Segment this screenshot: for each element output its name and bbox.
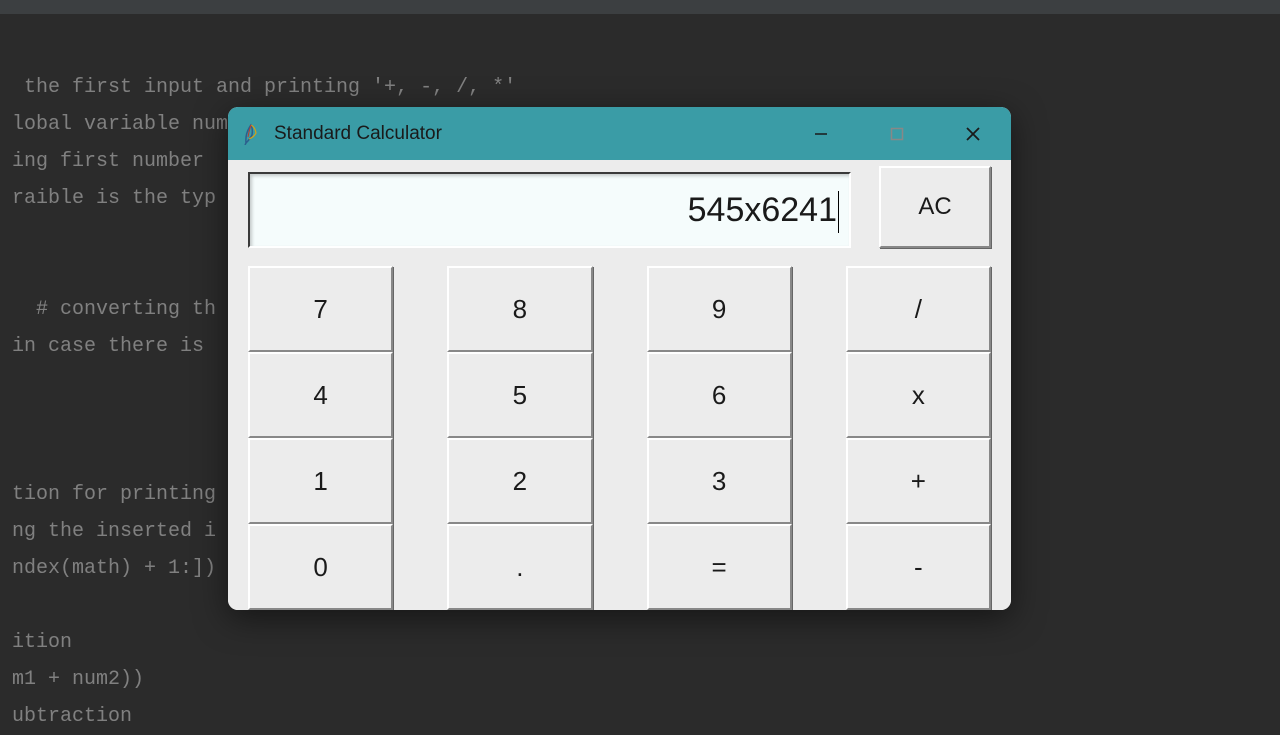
equals-button[interactable]: = [647,524,792,610]
digit-3-button[interactable]: 3 [647,438,792,524]
digit-6-button[interactable]: 6 [647,352,792,438]
digit-4-button[interactable]: 4 [248,352,393,438]
minimize-button[interactable] [783,107,859,160]
window-titlebar[interactable]: Standard Calculator [228,107,1011,160]
digit-1-button[interactable]: 1 [248,438,393,524]
calculator-body: 545x6241 AC 7 8 9 / 4 5 6 x 1 2 3 + [228,160,1011,610]
tkinter-feather-icon [242,122,260,146]
decimal-button[interactable]: . [447,524,592,610]
digit-5-button[interactable]: 5 [447,352,592,438]
digit-9-button[interactable]: 9 [647,266,792,352]
window-title: Standard Calculator [274,123,442,145]
calculator-window: Standard Calculator 545x6241 AC 7 8 9 / [228,107,1011,610]
plus-button[interactable]: + [846,438,991,524]
digit-2-button[interactable]: 2 [447,438,592,524]
window-controls [783,107,1011,160]
digit-0-button[interactable]: 0 [248,524,393,610]
minus-button[interactable]: - [846,524,991,610]
maximize-button[interactable] [859,107,935,160]
digit-8-button[interactable]: 8 [447,266,592,352]
multiply-button[interactable]: x [846,352,991,438]
editor-top-bar [0,0,1280,14]
close-button[interactable] [935,107,1011,160]
calculator-display[interactable]: 545x6241 [248,172,851,248]
all-clear-button[interactable]: AC [879,166,991,248]
digit-7-button[interactable]: 7 [248,266,393,352]
divide-button[interactable]: / [846,266,991,352]
